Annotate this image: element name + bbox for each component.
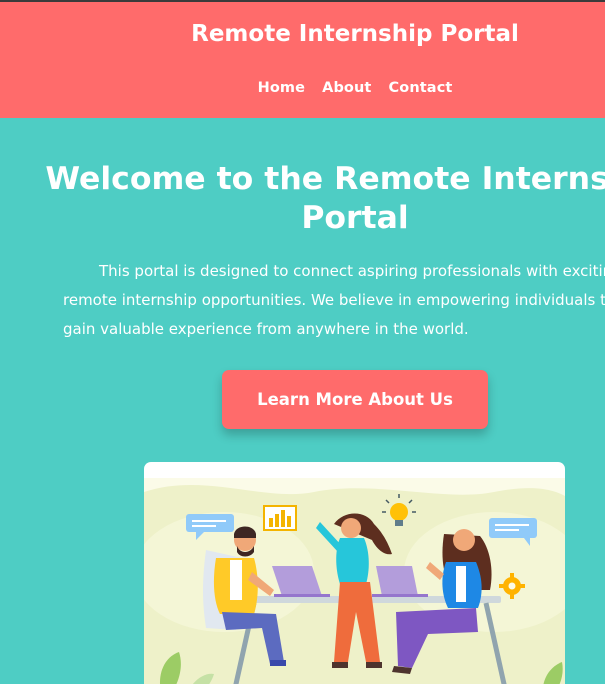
hero-section: Welcome to the Remote Internship Portal … [0,118,605,684]
site-title: Remote Internship Portal [191,21,519,47]
team-illustration-card [144,462,565,684]
bar-chart-icon [263,505,297,531]
nav-contact-link[interactable]: Contact [389,80,453,96]
hero-title: Welcome to the Remote Internship Portal [45,161,605,236]
hero-description: This portal is designed to connect aspir… [63,262,605,338]
main-nav: Home About Contact [0,77,605,96]
site-header: Remote Internship Portal Home About Cont… [0,2,605,118]
nav-about-link[interactable]: About [322,80,371,96]
team-meeting-illustration [144,478,565,684]
learn-more-button[interactable]: Learn More About Us [222,370,488,429]
nav-home-link[interactable]: Home [258,80,305,96]
